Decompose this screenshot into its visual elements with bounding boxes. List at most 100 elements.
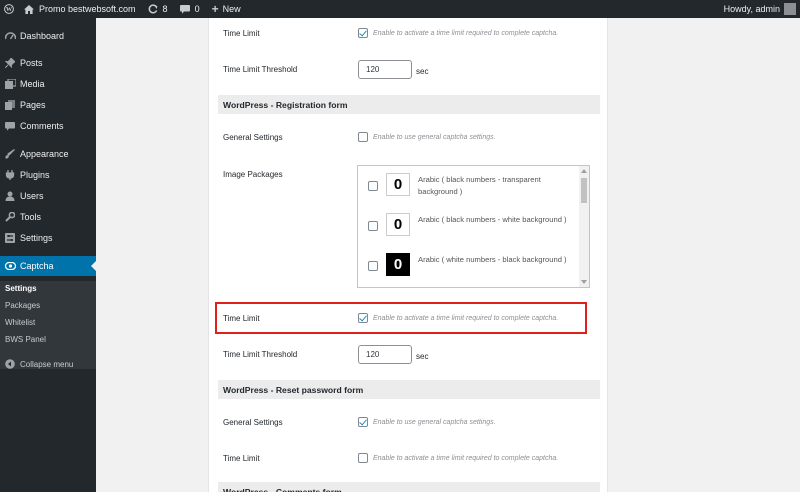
scroll-up-icon[interactable] [581,169,587,173]
collapse-menu-button[interactable]: Collapse menu [0,354,96,374]
wordpress-logo-icon[interactable]: W [0,0,18,18]
menu-item-users[interactable]: Users [0,186,96,206]
general-settings-description: Enable to use general captcha settings. [373,133,496,141]
general-settings-label: General Settings [223,133,283,142]
time-limit-label: Time Limit [223,29,260,38]
time-limit-option: Enable to activate a time limit required… [358,28,558,38]
package-preview: 0 [386,173,410,196]
menu-item-posts[interactable]: Posts [0,53,96,73]
package-preview: 0 [386,213,410,236]
time-limit-threshold-label: Time Limit Threshold [223,350,298,359]
updates-icon [148,4,158,14]
menu-item-pages[interactable]: Pages [0,95,96,115]
collapse-menu-label: Collapse menu [20,359,74,369]
menu-label-settings: Settings [20,233,53,243]
updates-link[interactable]: 8 [142,0,174,18]
time-limit-label: Time Limit [223,454,260,463]
new-content-link[interactable]: + New [206,0,247,18]
menu-label-tools: Tools [20,212,42,222]
time-limit-description: Enable to activate a time limit required… [373,454,559,462]
collapse-arrow-icon [0,359,20,369]
menu-item-tools[interactable]: Tools [0,207,96,227]
general-settings-checkbox[interactable] [358,417,368,427]
menu-label-users: Users [20,191,44,201]
submenu-item-whitelist[interactable]: Whitelist [5,316,35,330]
plugin-icon [0,170,20,180]
menu-label-comments: Comments [20,121,64,131]
wrench-icon [0,212,20,222]
home-icon [24,4,34,14]
general-settings-option: Enable to use general captcha settings. [358,132,496,142]
avatar [784,3,796,15]
menu-item-comments[interactable]: Comments [0,116,96,136]
time-limit-threshold-input[interactable]: 120 [358,345,412,364]
menu-item-plugins[interactable]: Plugins [0,165,96,185]
users-icon [0,191,20,201]
menu-label-dashboard: Dashboard [20,31,65,41]
package-item: 0 Arabic ( white numbers - black backgro… [358,246,578,286]
section-header-reset-password: WordPress - Reset password form [218,380,600,399]
brush-icon [0,149,20,159]
pin-icon [0,58,20,68]
submenu-item-packages[interactable]: Packages [5,299,40,313]
comments-count: 0 [194,4,200,14]
package-item: 0 Arabic ( black numbers - transparent b… [358,166,578,206]
menu-label-posts: Posts [20,58,43,68]
time-limit-description: Enable to activate a time limit required… [373,29,559,37]
greeting-label: Howdy, admin [723,4,780,14]
comment-icon [0,121,20,131]
comments-link[interactable]: 0 [174,0,206,18]
general-settings-option: Enable to use general captcha settings. [358,417,496,427]
menu-label-appearance: Appearance [20,149,69,159]
image-packages-list[interactable]: 0 Arabic ( black numbers - transparent b… [357,165,590,288]
highlight-box [215,302,587,334]
time-limit-option: Enable to activate a time limit required… [358,453,558,463]
menu-label-plugins: Plugins [20,170,50,180]
menu-item-dashboard[interactable]: Dashboard [0,26,96,46]
time-limit-checkbox[interactable] [358,453,368,463]
svg-text:W: W [6,6,13,13]
new-label: New [222,4,241,14]
menu-item-media[interactable]: Media [0,74,96,94]
submenu-item-bws-panel[interactable]: BWS Panel [5,333,46,347]
package-name: Arabic ( black numbers - white backgroun… [418,215,567,224]
comment-bubble-icon [179,4,190,14]
time-limit-checkbox[interactable] [358,28,368,38]
package-checkbox[interactable] [368,221,378,231]
admin-sidebar: Dashboard Posts Media Pages Comments App… [0,18,96,492]
menu-item-appearance[interactable]: Appearance [0,144,96,164]
pages-icon [0,100,20,110]
time-limit-threshold-input[interactable]: 120 [358,60,412,79]
submenu-item-settings[interactable]: Settings [5,282,37,296]
package-preview: 0 [386,253,410,276]
package-checkbox[interactable] [368,181,378,191]
time-limit-threshold-label: Time Limit Threshold [223,65,298,74]
media-icon [0,79,20,89]
section-header-comments: WordPress - Comments form [218,482,600,492]
settings-icon [0,233,20,243]
general-settings-description: Enable to use general captcha settings. [373,418,496,426]
menu-label-pages: Pages [20,100,46,110]
section-header-registration: WordPress - Registration form [218,95,600,114]
scroll-down-icon[interactable] [581,280,587,284]
dashboard-icon [0,31,20,41]
plus-icon: + [211,2,219,16]
scroll-thumb[interactable] [581,178,587,203]
my-account-link[interactable]: Howdy, admin [718,0,800,18]
menu-label-media: Media [20,79,45,89]
package-checkbox[interactable] [368,261,378,271]
settings-content: Time Limit Enable to activate a time lim… [208,18,608,492]
menu-item-settings[interactable]: Settings [0,228,96,248]
captcha-icon [0,262,20,270]
menu-item-captcha[interactable]: Captcha [0,256,96,276]
site-name-label: Promo bestwebsoft.com [39,4,136,14]
updates-count: 8 [162,4,168,14]
package-name: Arabic ( white numbers - black backgroun… [418,255,567,264]
packages-scrollbar[interactable] [579,166,589,287]
site-name-link[interactable]: Promo bestwebsoft.com [18,0,142,18]
admin-bar: W Promo bestwebsoft.com 8 0 + New Howdy,… [0,0,800,18]
general-settings-checkbox[interactable] [358,132,368,142]
package-item: 0 Arabic ( black numbers - white backgro… [358,206,578,246]
threshold-unit-label: sec [416,67,429,76]
image-packages-label: Image Packages [223,170,283,179]
